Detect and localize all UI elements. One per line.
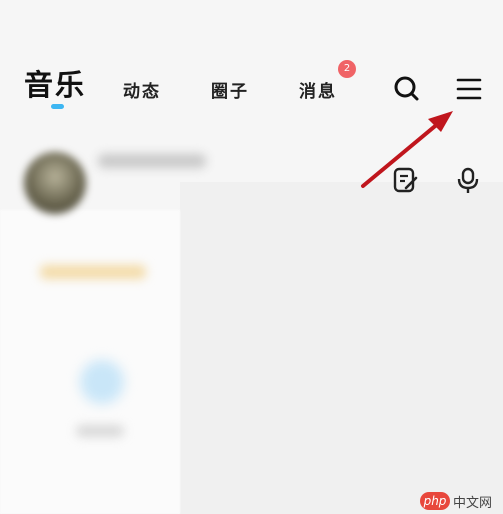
username-blurred bbox=[98, 154, 206, 168]
tab-dynamics[interactable]: 动态 bbox=[123, 77, 161, 102]
feature-icon-blurred bbox=[80, 360, 124, 404]
content-panel bbox=[180, 182, 503, 514]
watermark-logo: php bbox=[420, 492, 450, 510]
search-button[interactable] bbox=[392, 74, 422, 104]
profile-area-blurred bbox=[0, 130, 503, 514]
microphone-button[interactable] bbox=[454, 166, 482, 194]
search-icon bbox=[394, 76, 419, 101]
microphone-icon bbox=[457, 167, 479, 193]
edit-button[interactable] bbox=[392, 166, 420, 194]
watermark-text: 中文网 bbox=[453, 495, 493, 511]
avatar[interactable] bbox=[24, 152, 86, 214]
message-count-badge: 2 bbox=[338, 60, 356, 78]
vip-info-blurred bbox=[40, 265, 146, 279]
edit-icon bbox=[393, 167, 418, 193]
top-navigation: 音乐 动态 圈子 消息 2 bbox=[0, 52, 503, 122]
tab-circle[interactable]: 圈子 bbox=[211, 77, 249, 102]
tab-music[interactable]: 音乐 bbox=[24, 62, 86, 104]
active-tab-indicator bbox=[51, 104, 64, 109]
menu-icon bbox=[456, 78, 482, 100]
watermark: php 中文网 bbox=[420, 490, 492, 512]
feature-label-blurred bbox=[76, 425, 124, 437]
tab-messages[interactable]: 消息 bbox=[299, 77, 337, 102]
menu-button[interactable] bbox=[456, 76, 486, 106]
